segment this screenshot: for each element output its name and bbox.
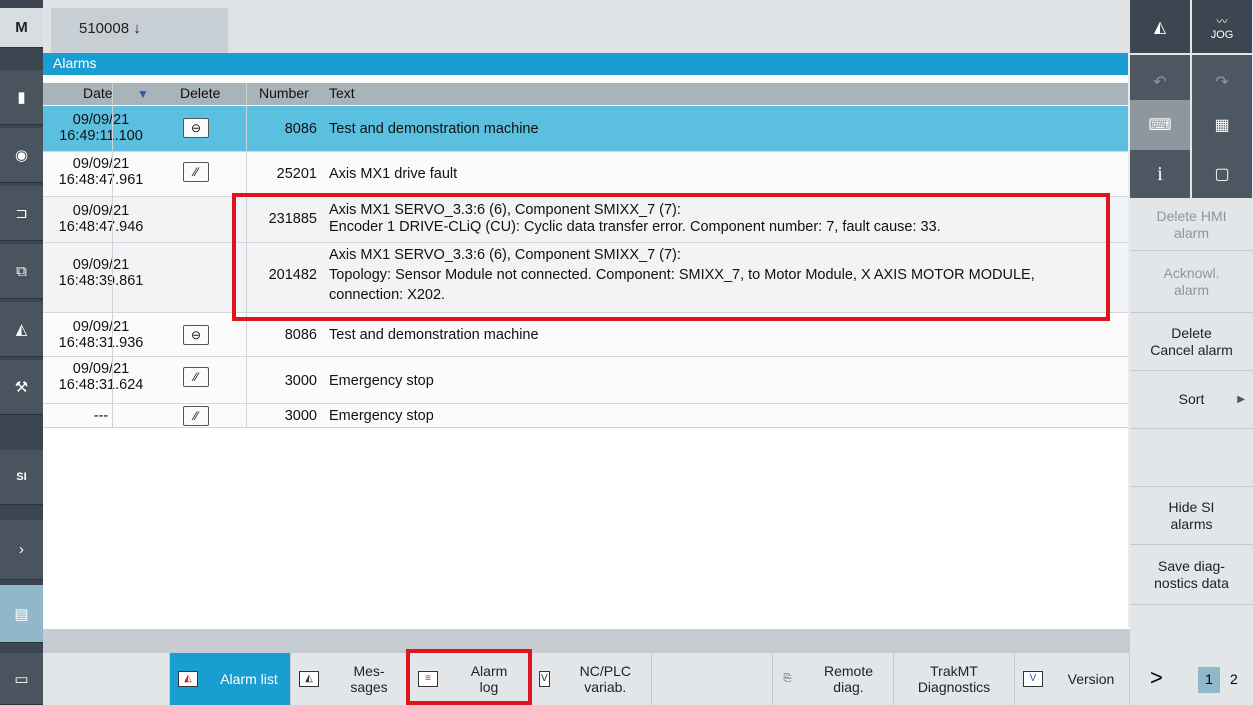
row-number: 3000: [284, 408, 317, 424]
alarm-panel-icon[interactable]: ▤: [0, 585, 43, 643]
row-date: 09/09/21 16:49:11.100: [59, 112, 143, 144]
page-1[interactable]: 1: [1198, 667, 1220, 693]
status-strip: [43, 629, 1130, 653]
delete-hmi-alarm-button[interactable]: Delete HMI alarm: [1130, 200, 1253, 251]
empty-softkey: [1130, 429, 1253, 487]
column-delete[interactable]: Delete: [180, 85, 220, 101]
copy-icon[interactable]: ⧉: [0, 244, 43, 299]
table-row[interactable]: 09/09/21 16:48:31.936 ⊖ 8086 Test and dem…: [43, 315, 1128, 357]
table-header: Date ▼ Delete Number Text: [43, 83, 1128, 105]
screen: M ▮ ◉ ⊐ ⧉ ◭ ⚒ SI › ▤ ▭ 510008 ↓ Alarms D…: [0, 0, 1253, 705]
sort-desc-icon: ▼: [137, 87, 149, 101]
remote-label: Remote diag.: [823, 663, 873, 695]
row-number: 8086: [284, 121, 317, 137]
version-label: Version: [1067, 671, 1115, 687]
table-row[interactable]: 09/09/21 16:48:31.624 ⁄⁄ 3000 Emergency s…: [43, 357, 1128, 404]
machine-icon[interactable]: M: [0, 8, 43, 48]
row-number: 25201: [276, 166, 317, 182]
keyboard-icon[interactable]: ⌨: [1130, 100, 1190, 150]
row-date: 09/09/21 16:48:39.861: [58, 257, 144, 289]
alarm-list-button[interactable]: ◭ Alarm list: [170, 653, 291, 705]
row-date: 09/09/21 16:48:31.624: [58, 361, 144, 393]
nc-plc-label: NC/PLC variab.: [579, 663, 631, 695]
column-divider: [112, 83, 113, 428]
program-manager-icon[interactable]: ⊐: [0, 186, 43, 241]
table-row[interactable]: 09/09/21 16:49:11.100 ⊖ 8086 Test and dem…: [43, 106, 1128, 152]
column-number[interactable]: Number: [259, 85, 309, 101]
chevron-right-icon: ▶: [1237, 394, 1245, 405]
diagnostics-icon[interactable]: ◭: [0, 302, 43, 357]
row-number: 3000: [284, 373, 317, 389]
row-text: Emergency stop: [329, 408, 434, 424]
left-toolbar: M ▮ ◉ ⊐ ⧉ ◭ ⚒ SI › ▤ ▭: [0, 0, 43, 705]
messages-button[interactable]: ◭ Mes- sages: [291, 653, 410, 705]
acknowledge-alarm-button[interactable]: Acknowl. alarm: [1130, 251, 1253, 313]
delete-cancel-icon: ⊖: [183, 118, 209, 138]
highlight-box: [232, 193, 1110, 321]
row-date: 09/09/21 16:48:47.946: [58, 203, 144, 235]
remote-diagnostics-button[interactable]: ⎘ Remote diag.: [773, 653, 894, 705]
pagination: > 1 2: [1130, 653, 1253, 705]
trakmt-label: TrakMT Diagnostics: [917, 663, 991, 695]
row-text: Test and demonstration machine: [329, 327, 539, 343]
section-title: Alarms: [43, 53, 1130, 75]
bottom-softkey-bar: ◭ Alarm list ◭ Mes- sages ≡ Alarm log V NC/P…: [43, 653, 1130, 705]
empty-softkey: [43, 653, 170, 705]
empty-softkey: [652, 653, 773, 705]
page-2[interactable]: 2: [1230, 671, 1238, 687]
header-bar: 510008 ↓: [43, 0, 1130, 53]
sort-label: Sort: [1178, 391, 1205, 407]
version-icon: V: [1023, 671, 1043, 687]
save-diagnostics-button[interactable]: Save diag- nostics data: [1130, 545, 1253, 605]
messages-label: Mes- sages: [350, 663, 388, 695]
delete-cancel-alarm-button[interactable]: Delete Cancel alarm: [1130, 313, 1253, 371]
right-softkey-panel: ◭ 〰 JOG ↶ ↷ ⌨ ▦ i ▢ Delete HMI alarm Ackn…: [1130, 0, 1253, 705]
messages-icon: ◭: [299, 671, 319, 687]
table-row[interactable]: --- ⁄⁄ 3000 Emergency stop: [43, 404, 1128, 428]
jog-wave-icon: 〰: [1216, 15, 1228, 28]
trakmt-diagnostics-button[interactable]: TrakMT Diagnostics: [894, 653, 1015, 705]
jog-mode-icon[interactable]: 〰 JOG: [1192, 0, 1252, 53]
highlight-box: [406, 649, 532, 705]
program-tab[interactable]: 510008 ↓: [51, 8, 228, 53]
delete-reset-icon: ⁄⁄: [183, 162, 209, 182]
machine-state-icon[interactable]: ◭: [1130, 0, 1190, 53]
row-text: Emergency stop: [329, 373, 434, 389]
hide-si-alarms-button[interactable]: Hide SI alarms: [1130, 487, 1253, 545]
version-button[interactable]: V Version: [1015, 653, 1130, 705]
rcs-icon: ⎘: [783, 673, 792, 684]
delete-reset-icon: ⁄⁄: [183, 406, 209, 426]
offset-icon[interactable]: ◉: [0, 128, 43, 183]
screenshot-icon[interactable]: ▢: [1192, 150, 1252, 198]
row-number: 8086: [284, 327, 317, 343]
row-text: Test and demonstration machine: [329, 121, 539, 137]
table-row[interactable]: 09/09/21 16:48:47.961 ⁄⁄ 25201 Axis MX1 d…: [43, 152, 1128, 197]
row-date: ---: [93, 408, 109, 424]
delete-cancel-icon: ⊖: [183, 325, 209, 345]
nc-plc-variables-button[interactable]: V NC/PLC variab.: [531, 653, 652, 705]
column-date[interactable]: Date: [83, 85, 113, 101]
row-text: Axis MX1 drive fault: [329, 166, 458, 182]
row-date: 09/09/21 16:48:47.961: [58, 156, 144, 188]
row-date: 09/09/21 16:48:31.936: [58, 319, 144, 351]
delete-reset-icon: ⁄⁄: [183, 367, 209, 387]
sort-button[interactable]: Sort ▶: [1130, 371, 1253, 429]
column-text[interactable]: Text: [329, 85, 355, 101]
calculator-icon[interactable]: ▦: [1192, 100, 1252, 150]
sinumerik-icon[interactable]: SI: [0, 450, 43, 505]
expand-arrow-icon[interactable]: ›: [0, 520, 43, 580]
program-icon[interactable]: ▮: [0, 70, 43, 125]
info-icon[interactable]: i: [1130, 150, 1190, 198]
wrench-icon[interactable]: ⚒: [0, 360, 43, 415]
variable-icon: V: [539, 671, 550, 687]
window-icon[interactable]: ▭: [0, 653, 43, 705]
alarm-list-icon: ◭: [178, 671, 198, 687]
alarm-list-label: Alarm list: [220, 671, 278, 687]
next-page-icon[interactable]: >: [1150, 665, 1163, 691]
jog-label: JOG: [1210, 28, 1234, 41]
